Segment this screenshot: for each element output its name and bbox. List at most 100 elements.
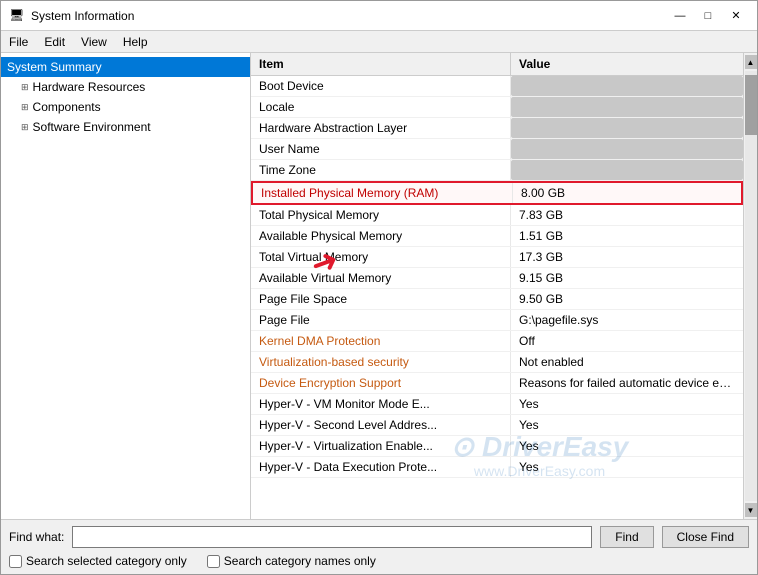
main-content: System Summary ⊞ Hardware Resources ⊞ Co… bbox=[1, 53, 757, 519]
maximize-button[interactable]: □ bbox=[695, 5, 721, 27]
row-item-label: Available Virtual Memory bbox=[251, 268, 511, 288]
check-selected-category-input[interactable] bbox=[9, 555, 22, 568]
table-row[interactable]: Installed Physical Memory (RAM)8.00 GB bbox=[251, 181, 743, 205]
row-item-value: XXXXXXXXXXXXXXXX bbox=[511, 97, 743, 117]
row-item-value: 7.83 GB bbox=[511, 205, 743, 225]
find-input[interactable] bbox=[72, 526, 592, 548]
minimize-button[interactable]: — bbox=[667, 5, 693, 27]
table-row[interactable]: Device Encryption SupportReasons for fai… bbox=[251, 373, 743, 394]
title-buttons: — □ ✕ bbox=[667, 5, 749, 27]
table-row[interactable]: Hyper-V - Virtualization Enable...Yes bbox=[251, 436, 743, 457]
check-category-names-label: Search category names only bbox=[224, 554, 376, 568]
table-row[interactable]: Available Virtual Memory9.15 GB bbox=[251, 268, 743, 289]
expand-icon: ⊞ bbox=[21, 82, 29, 93]
content-pane: Item Value Boot DeviceXXXXXXXXXXXXXXXXLo… bbox=[251, 53, 743, 519]
row-item-label: User Name bbox=[251, 139, 511, 159]
row-item-label: Time Zone bbox=[251, 160, 511, 180]
row-item-label: Page File bbox=[251, 310, 511, 330]
row-item-value: Off bbox=[511, 331, 743, 351]
check-row: Search selected category only Search cat… bbox=[9, 554, 749, 568]
row-item-value: 8.00 GB bbox=[513, 183, 741, 203]
sidebar-item-software-environment[interactable]: ⊞ Software Environment bbox=[1, 117, 250, 137]
check-category-names-input[interactable] bbox=[207, 555, 220, 568]
row-item-label: Available Physical Memory bbox=[251, 226, 511, 246]
menu-bar: FileEditViewHelp bbox=[1, 31, 757, 53]
row-item-label: Locale bbox=[251, 97, 511, 117]
row-item-value: 1.51 GB bbox=[511, 226, 743, 246]
table-row[interactable]: Hardware Abstraction LayerXXXXXXXXXXXXXX… bbox=[251, 118, 743, 139]
menu-item-help[interactable]: Help bbox=[115, 33, 156, 51]
row-item-label: Hyper-V - Virtualization Enable... bbox=[251, 436, 511, 456]
row-item-label: Hardware Abstraction Layer bbox=[251, 118, 511, 138]
header-item: Item bbox=[251, 53, 511, 75]
table-row[interactable]: Available Physical Memory1.51 GB bbox=[251, 226, 743, 247]
table-row[interactable]: Boot DeviceXXXXXXXXXXXXXXXX bbox=[251, 76, 743, 97]
menu-item-file[interactable]: File bbox=[1, 33, 36, 51]
table-row[interactable]: Total Virtual Memory17.3 GB bbox=[251, 247, 743, 268]
row-item-value: XXXXXXXXXXXXXXXX bbox=[511, 76, 743, 96]
table-row[interactable]: Total Physical Memory7.83 GB bbox=[251, 205, 743, 226]
table-row[interactable]: Time ZoneXXXXXXXXXXXXXXXX bbox=[251, 160, 743, 181]
row-item-label: Hyper-V - Data Execution Prote... bbox=[251, 457, 511, 477]
sidebar-item-components[interactable]: ⊞ Components bbox=[1, 97, 250, 117]
row-item-label: Page File Space bbox=[251, 289, 511, 309]
table-row[interactable]: Hyper-V - Second Level Addres...Yes bbox=[251, 415, 743, 436]
row-item-value: 9.50 GB bbox=[511, 289, 743, 309]
app-icon: 🖥 bbox=[9, 8, 25, 24]
close-find-button[interactable]: Close Find bbox=[662, 526, 749, 548]
row-item-label: Hyper-V - VM Monitor Mode E... bbox=[251, 394, 511, 414]
row-item-label: Boot Device bbox=[251, 76, 511, 96]
menu-item-view[interactable]: View bbox=[73, 33, 115, 51]
menu-item-edit[interactable]: Edit bbox=[36, 33, 73, 51]
table-row[interactable]: Page FileG:\pagefile.sys bbox=[251, 310, 743, 331]
row-item-value: G:\pagefile.sys bbox=[511, 310, 743, 330]
scrollbar[interactable]: ▲ ▼ bbox=[743, 53, 757, 519]
sidebar: System Summary ⊞ Hardware Resources ⊞ Co… bbox=[1, 53, 251, 519]
row-item-value: Yes bbox=[511, 415, 743, 435]
sidebar-item-system-summary[interactable]: System Summary bbox=[1, 57, 250, 77]
table-row[interactable]: Hyper-V - Data Execution Prote...Yes bbox=[251, 457, 743, 478]
table-row[interactable]: User NameXXXXXXXXXXXXXXXX bbox=[251, 139, 743, 160]
title-bar: 🖥 System Information — □ ✕ bbox=[1, 1, 757, 31]
table-header: Item Value bbox=[251, 53, 743, 76]
sidebar-label: Components bbox=[33, 100, 101, 114]
table-row[interactable]: Virtualization-based securityNot enabled bbox=[251, 352, 743, 373]
bottom-bar: Find what: Find Close Find Search select… bbox=[1, 519, 757, 574]
sidebar-label: System Summary bbox=[7, 60, 102, 74]
table-row[interactable]: Hyper-V - VM Monitor Mode E...Yes bbox=[251, 394, 743, 415]
row-item-value: XXXXXXXXXXXXXXXX bbox=[511, 139, 743, 159]
sidebar-label: Hardware Resources bbox=[33, 80, 146, 94]
row-item-label: Installed Physical Memory (RAM) bbox=[253, 183, 513, 203]
row-item-label: Kernel DMA Protection bbox=[251, 331, 511, 351]
row-item-value: Yes bbox=[511, 436, 743, 456]
row-item-value: XXXXXXXXXXXXXXXX bbox=[511, 160, 743, 180]
scroll-up-button[interactable]: ▲ bbox=[745, 55, 757, 69]
check-category-names[interactable]: Search category names only bbox=[207, 554, 376, 568]
row-item-value: Not enabled bbox=[511, 352, 743, 372]
scroll-track bbox=[745, 71, 757, 501]
find-row: Find what: Find Close Find bbox=[9, 526, 749, 548]
title-bar-left: 🖥 System Information bbox=[9, 8, 134, 24]
scroll-thumb[interactable] bbox=[745, 75, 757, 135]
sidebar-label: Software Environment bbox=[33, 120, 151, 134]
row-item-value: 17.3 GB bbox=[511, 247, 743, 267]
scroll-down-button[interactable]: ▼ bbox=[745, 503, 757, 517]
table-row[interactable]: Page File Space9.50 GB bbox=[251, 289, 743, 310]
window-title: System Information bbox=[31, 9, 134, 23]
row-item-label: Device Encryption Support bbox=[251, 373, 511, 393]
sidebar-item-hardware-resources[interactable]: ⊞ Hardware Resources bbox=[1, 77, 250, 97]
find-button[interactable]: Find bbox=[600, 526, 653, 548]
table-row[interactable]: Kernel DMA ProtectionOff bbox=[251, 331, 743, 352]
row-item-value: 9.15 GB bbox=[511, 268, 743, 288]
content-wrapper: Item Value Boot DeviceXXXXXXXXXXXXXXXXLo… bbox=[251, 53, 757, 519]
find-label: Find what: bbox=[9, 530, 64, 544]
row-item-value: Yes bbox=[511, 457, 743, 477]
check-selected-category-label: Search selected category only bbox=[26, 554, 187, 568]
header-value: Value bbox=[511, 53, 743, 75]
close-button[interactable]: ✕ bbox=[723, 5, 749, 27]
table-row[interactable]: LocaleXXXXXXXXXXXXXXXX bbox=[251, 97, 743, 118]
row-item-label: Total Physical Memory bbox=[251, 205, 511, 225]
table-body[interactable]: Boot DeviceXXXXXXXXXXXXXXXXLocaleXXXXXXX… bbox=[251, 76, 743, 519]
row-item-label: Hyper-V - Second Level Addres... bbox=[251, 415, 511, 435]
check-selected-category[interactable]: Search selected category only bbox=[9, 554, 187, 568]
